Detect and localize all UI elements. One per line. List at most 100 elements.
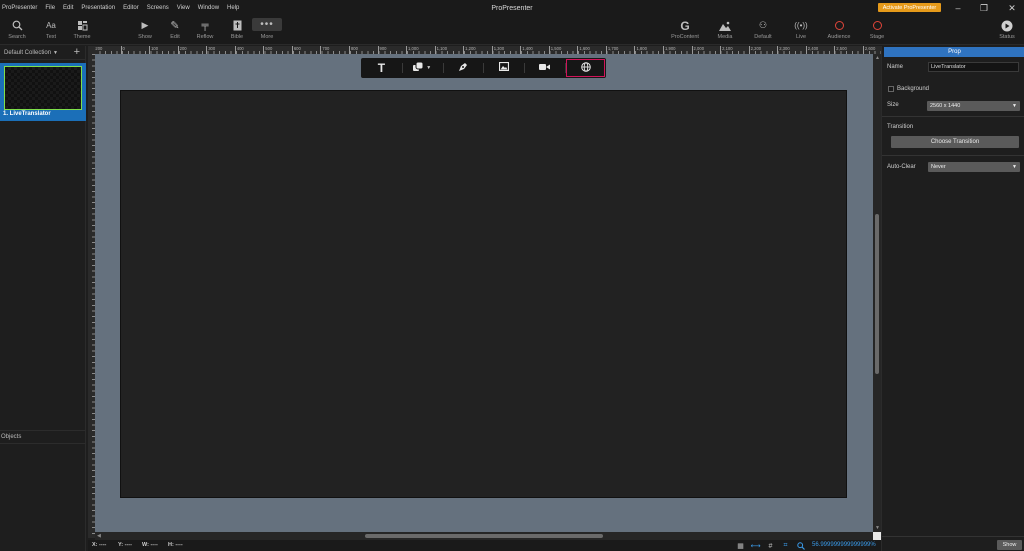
search-button[interactable]: Search <box>1 17 33 44</box>
edit-label: Edit <box>170 34 180 40</box>
minimize-icon[interactable]: – <box>944 0 972 16</box>
horizontal-scroll-thumb[interactable] <box>365 534 603 538</box>
text-tool-button[interactable]: T <box>361 58 402 78</box>
theme-label: Theme <box>73 34 91 40</box>
choose-transition-button[interactable]: Choose Transition <box>891 136 1019 148</box>
ruler-tick-label: 300 <box>208 46 216 51</box>
show-button[interactable]: ▶ Show <box>129 17 161 44</box>
image-tool-button[interactable] <box>483 58 524 78</box>
reflow-label: Reflow <box>196 34 214 40</box>
ruler-major-tick <box>663 46 664 54</box>
chevron-down-icon: ▼ <box>426 65 432 71</box>
y-coordinate: Y: ---- <box>118 542 132 548</box>
ruler-tick-label: 0 <box>122 46 125 51</box>
ruler-tick-label: -200 <box>94 46 103 51</box>
procontent-button[interactable]: G ProContent <box>669 17 701 44</box>
status-label: Status <box>999 34 1015 40</box>
media-icon <box>719 17 731 34</box>
edit-button[interactable]: ✎ Edit <box>159 17 191 44</box>
chevron-down-icon: ▼ <box>1012 164 1017 170</box>
show-button[interactable]: Show <box>997 540 1022 550</box>
scroll-down-icon[interactable]: ▼ <box>875 525 880 531</box>
background-checkbox[interactable] <box>888 86 894 92</box>
ruler-major-tick <box>149 46 151 54</box>
fit-width-icon[interactable]: ⟷ <box>750 542 760 550</box>
collection-label: Default Collection <box>4 49 52 56</box>
add-icon[interactable]: + <box>74 46 80 59</box>
x-coordinate: X: ---- <box>92 542 107 548</box>
menu-screens[interactable]: Screens <box>143 5 173 11</box>
close-icon[interactable]: ✕ <box>998 0 1024 16</box>
pen-tool-icon <box>458 62 468 75</box>
more-icon: ••• <box>252 18 282 31</box>
ruler-major-tick <box>577 46 579 54</box>
video-tool-button[interactable] <box>524 58 565 78</box>
auto-clear-select[interactable]: Never ▼ <box>928 162 1020 172</box>
snap-icon[interactable]: ⌗ <box>781 542 790 550</box>
scroll-up-icon[interactable]: ▲ <box>875 55 880 61</box>
reflow-button[interactable]: ╤ Reflow <box>189 17 221 44</box>
menu-view[interactable]: View <box>173 5 194 11</box>
slide-thumbnail[interactable] <box>4 66 82 110</box>
ruler-major-tick <box>291 46 293 54</box>
slide-item[interactable]: 1. LiveTranslator <box>0 63 86 121</box>
shape-tool-button[interactable]: ▼ <box>401 58 443 78</box>
text-button[interactable]: Aa Text <box>35 17 67 44</box>
grid-icon[interactable]: # <box>766 542 775 550</box>
ruler-major-tick <box>234 46 236 54</box>
pen-tool-button[interactable] <box>442 58 484 78</box>
collection-selector[interactable]: Default Collection ▼ + <box>0 46 85 60</box>
menu-edit[interactable]: Edit <box>59 5 77 11</box>
default-button[interactable]: ⚇ Default <box>747 17 779 44</box>
menu-presentation[interactable]: Presentation <box>77 5 119 11</box>
object-toolbar: T ▼ <box>361 58 606 78</box>
chevron-down-icon: ▼ <box>1012 103 1017 109</box>
web-tool-button[interactable] <box>565 58 606 78</box>
vertical-scrollbar[interactable]: ▲ ▼ <box>873 54 881 532</box>
menu-window[interactable]: Window <box>194 5 223 11</box>
media-button[interactable]: Media <box>709 17 741 44</box>
ruler-tick-label: 700 <box>322 46 330 51</box>
status-button[interactable]: Status <box>991 17 1023 44</box>
audience-label: Audience <box>827 34 851 40</box>
ruler-major-tick <box>348 46 350 54</box>
ruler-major-tick <box>548 46 550 54</box>
web-tool-icon <box>580 61 591 75</box>
stage-button[interactable]: Stage <box>861 17 893 44</box>
menu-file[interactable]: File <box>41 5 59 11</box>
theme-button[interactable]: Theme <box>66 17 98 44</box>
activate-button[interactable]: Activate ProPresenter <box>878 3 941 12</box>
bible-button[interactable]: Bible <box>221 17 253 44</box>
zoom-icon[interactable] <box>796 542 805 550</box>
objects-section-header: Objects <box>0 430 86 444</box>
media-label: Media <box>717 34 733 40</box>
scroll-left-icon[interactable]: ◀ <box>97 533 101 539</box>
zoom-level[interactable]: 56.999999999999999% <box>812 542 876 548</box>
ruler-tick-label: 800 <box>350 46 358 51</box>
size-select[interactable]: 2560 x 1440 ▼ <box>927 101 1020 111</box>
live-button[interactable]: ((•)) Live <box>785 17 817 44</box>
horizontal-ruler: -200 0 100 200 300 400 500 600 700 800 900 1,000 1,1… <box>88 46 881 54</box>
horizontal-scrollbar[interactable]: ◀ <box>95 532 873 540</box>
ruler-major-tick <box>805 46 807 54</box>
restore-icon[interactable]: ❐ <box>970 0 998 16</box>
prop-tab[interactable]: Prop <box>884 47 1024 57</box>
ruler-tick-label: 2,600 <box>864 46 876 51</box>
size-value: 2560 x 1440 <box>930 103 961 109</box>
audience-ring-icon <box>834 17 844 34</box>
menu-editor[interactable]: Editor <box>119 5 143 11</box>
ruler-major-tick <box>834 46 836 54</box>
menu-app[interactable]: ProPresenter <box>0 5 41 11</box>
search-label: Search <box>8 34 26 40</box>
name-field[interactable]: LiveTranslator <box>928 62 1019 72</box>
slide-canvas[interactable] <box>120 90 847 498</box>
slide-label: 1. LiveTranslator <box>3 111 51 117</box>
audience-button[interactable]: Audience <box>823 17 855 44</box>
checkerboard-icon[interactable]: ▦ <box>736 542 745 550</box>
vertical-scroll-thumb[interactable] <box>875 214 879 374</box>
auto-clear-value: Never <box>931 164 946 170</box>
editor-canvas-area[interactable]: T ▼ <box>95 54 873 532</box>
more-button[interactable]: ••• More <box>251 17 283 44</box>
menu-bar: ProPresenter File Edit Presentation Edit… <box>0 0 1024 16</box>
menu-help[interactable]: Help <box>223 5 243 11</box>
